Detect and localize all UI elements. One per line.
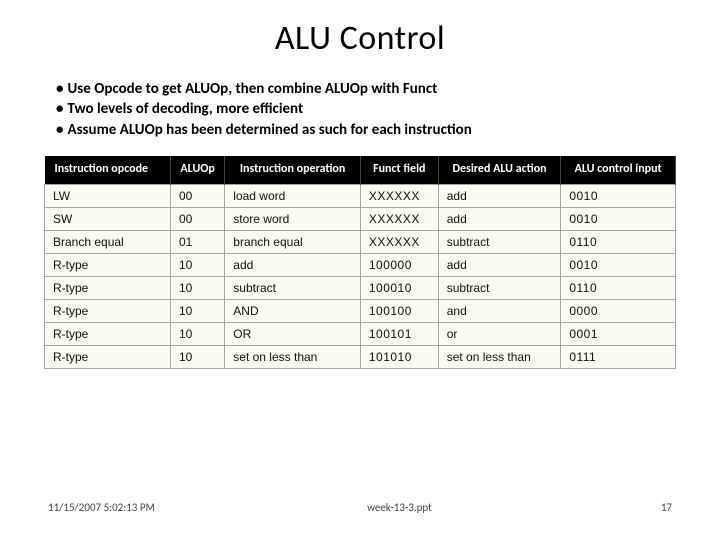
table-row: R-type10set on less than101010set on les… (45, 345, 676, 368)
slide: ALU Control Use Opcode to get ALUOp, the… (0, 0, 720, 540)
table-cell: 0010 (561, 184, 676, 207)
table-cell: 10 (170, 345, 224, 368)
table-cell: 10 (170, 253, 224, 276)
table-cell: subtract (438, 276, 561, 299)
table-cell: R-type (45, 299, 171, 322)
table-cell: load word (225, 184, 361, 207)
bullet-list: Use Opcode to get ALUOp, then combine AL… (56, 79, 680, 140)
table-cell: 0000 (561, 299, 676, 322)
table-cell: 0110 (561, 230, 676, 253)
table-cell: 0111 (561, 345, 676, 368)
table-cell: subtract (438, 230, 561, 253)
table-cell: 100100 (360, 299, 438, 322)
table-cell: 100000 (360, 253, 438, 276)
alu-control-table: Instruction opcode ALUOp Instruction ope… (44, 156, 676, 369)
page-title: ALU Control (40, 18, 680, 59)
table-row: R-type10subtract100010subtract0110 (45, 276, 676, 299)
table-row: SW00store wordXXXXXXadd0010 (45, 207, 676, 230)
table-cell: 0010 (561, 207, 676, 230)
table-cell: add (438, 253, 561, 276)
table-header-row: Instruction opcode ALUOp Instruction ope… (45, 156, 676, 184)
table-cell: and (438, 299, 561, 322)
table-cell: set on less than (438, 345, 561, 368)
footer-timestamp: 11/15/2007 5:02:13 PM (48, 501, 155, 514)
col-funct: Funct field (360, 156, 438, 184)
col-control: ALU control input (561, 156, 676, 184)
table-cell: set on less than (225, 345, 361, 368)
table-cell: 00 (170, 184, 224, 207)
table-cell: LW (45, 184, 171, 207)
table-cell: XXXXXX (360, 184, 438, 207)
table-cell: 100101 (360, 322, 438, 345)
footer-filename: week-13-3.ppt (155, 501, 644, 514)
col-aluop: ALUOp (170, 156, 224, 184)
table-cell: R-type (45, 253, 171, 276)
table-cell: XXXXXX (360, 230, 438, 253)
table-row: R-type10OR100101or0001 (45, 322, 676, 345)
bullet-item: Use Opcode to get ALUOp, then combine AL… (56, 79, 680, 99)
table-cell: subtract (225, 276, 361, 299)
table-cell: R-type (45, 345, 171, 368)
table-cell: add (438, 184, 561, 207)
col-action: Desired ALU action (438, 156, 561, 184)
footer-page-number: 17 (644, 501, 672, 514)
table-cell: add (225, 253, 361, 276)
bullet-item: Assume ALUOp has been determined as such… (56, 120, 680, 140)
bullet-item: Two levels of decoding, more efficient (56, 99, 680, 119)
table-row: R-type10AND100100and0000 (45, 299, 676, 322)
table-cell: 10 (170, 322, 224, 345)
table-cell: store word (225, 207, 361, 230)
col-opcode: Instruction opcode (45, 156, 171, 184)
table-cell: Branch equal (45, 230, 171, 253)
col-op: Instruction operation (225, 156, 361, 184)
alu-control-table-wrap: Instruction opcode ALUOp Instruction ope… (44, 156, 676, 369)
table-cell: 10 (170, 299, 224, 322)
table-row: R-type10add100000add0010 (45, 253, 676, 276)
table-cell: OR (225, 322, 361, 345)
table-cell: 01 (170, 230, 224, 253)
table-cell: 100010 (360, 276, 438, 299)
table-cell: add (438, 207, 561, 230)
table-cell: 0110 (561, 276, 676, 299)
table-cell: or (438, 322, 561, 345)
table-cell: XXXXXX (360, 207, 438, 230)
table-cell: SW (45, 207, 171, 230)
table-cell: AND (225, 299, 361, 322)
table-cell: branch equal (225, 230, 361, 253)
table-cell: R-type (45, 276, 171, 299)
slide-footer: 11/15/2007 5:02:13 PM week-13-3.ppt 17 (0, 501, 720, 514)
table-cell: 0010 (561, 253, 676, 276)
table-cell: 00 (170, 207, 224, 230)
table-cell: 0001 (561, 322, 676, 345)
table-row: Branch equal01branch equalXXXXXXsubtract… (45, 230, 676, 253)
table-cell: 101010 (360, 345, 438, 368)
table-row: LW00load wordXXXXXXadd0010 (45, 184, 676, 207)
table-cell: 10 (170, 276, 224, 299)
table-cell: R-type (45, 322, 171, 345)
